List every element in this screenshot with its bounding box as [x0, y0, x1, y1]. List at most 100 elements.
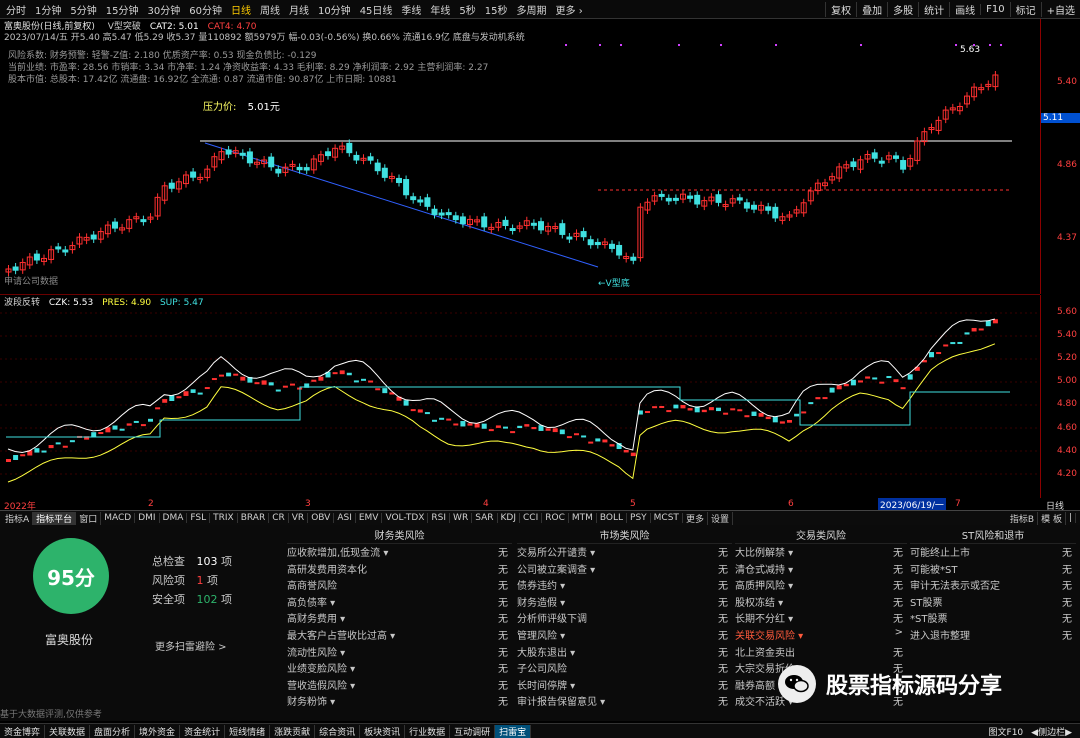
indicator-tab-5[interactable]: DMA [160, 513, 188, 523]
indicator-tab-11[interactable]: OBV [308, 513, 335, 523]
indicator-tab-22[interactable]: BOLL [597, 513, 628, 523]
toolbar-button-1[interactable]: 叠加 [856, 1, 887, 17]
timeframe-3[interactable]: 15分钟 [106, 2, 139, 17]
indicator-tab-7[interactable]: TRIX [210, 513, 238, 523]
risk-row[interactable]: *ST股票 无 [910, 610, 1076, 627]
timeframe-5[interactable]: 60分钟 [189, 2, 222, 17]
risk-row[interactable]: 大比例解禁 ▾ 无 [735, 544, 907, 561]
risk-row[interactable]: 营收造假风险 ▾ 无 [287, 677, 512, 694]
indicator-tab-0[interactable]: 指标A [2, 511, 34, 525]
indicator-tab-17[interactable]: SAR [472, 513, 498, 523]
bottom-tab-4[interactable]: 资金统计 [180, 724, 226, 738]
bottom-tab-5[interactable]: 短线情绪 [225, 724, 271, 738]
toolbar-button-6[interactable]: 标记 [1009, 1, 1041, 17]
indicator-tab-2[interactable]: 窗口 [76, 511, 102, 525]
toolbar-button-3[interactable]: 统计 [918, 1, 949, 17]
indicator-tab-right-1[interactable]: 模 板 [1038, 511, 1066, 525]
indicator-tab-20[interactable]: ROC [542, 513, 569, 523]
indicator-tab-3[interactable]: MACD [101, 513, 136, 523]
risk-row[interactable]: 北上资金卖出 无 [735, 644, 907, 661]
risk-row[interactable]: 高财务费用 ▾ 无 [287, 610, 512, 627]
f10-link[interactable]: 图文F10 [985, 725, 1028, 738]
timeframe-15[interactable]: 多周期 [517, 2, 547, 17]
risk-row[interactable]: 财务粉饰 ▾ 无 [287, 693, 512, 710]
toolbar-button-5[interactable]: F10 [980, 3, 1009, 15]
bottom-tab-6[interactable]: 涨跌贡献 [270, 724, 316, 738]
toolbar-button-2[interactable]: 多股 [887, 1, 918, 17]
risk-row[interactable]: 审计无法表示或否定 无 [910, 577, 1076, 594]
indicator-tab-25[interactable]: 更多 [683, 511, 708, 525]
indicator-tab-9[interactable]: CR [269, 513, 289, 523]
bottom-tab-3[interactable]: 境外资金 [135, 724, 181, 738]
timeframe-6[interactable]: 日线 [231, 2, 251, 17]
indicator-tab-8[interactable]: BRAR [238, 513, 270, 523]
indicator-tab-19[interactable]: CCI [520, 513, 543, 523]
indicator-tab-right-2[interactable]: | [1066, 513, 1076, 523]
risk-row[interactable]: 业绩变脸风险 ▾ 无 [287, 660, 512, 677]
risk-row[interactable]: 管理风险 ▾ 无 [517, 627, 732, 644]
timeframe-16[interactable]: 更多 › [556, 2, 583, 17]
risk-row[interactable]: 可能被*ST 无 [910, 561, 1076, 578]
bottom-tab-10[interactable]: 互动调研 [450, 724, 496, 738]
indicator-tab-13[interactable]: EMV [356, 513, 383, 523]
indicator-tab-6[interactable]: FSL [187, 513, 211, 523]
timeframe-7[interactable]: 周线 [260, 2, 280, 17]
sub-chart-panel[interactable]: 波段反转 CZK: 5.53 PRES: 4.90 SUP: 5.47 [0, 295, 1040, 499]
risk-row[interactable]: 最大客户占营收比过高 ▾ 无 [287, 627, 512, 644]
indicator-tab-1[interactable]: 指标平台 [33, 511, 77, 525]
risk-row[interactable]: 流动性风险 ▾ 无 [287, 644, 512, 661]
risk-row[interactable]: 关联交易风险 ▾ > [735, 627, 907, 644]
risk-row[interactable]: 股权冻结 ▾ 无 [735, 594, 907, 611]
risk-row[interactable]: 子公司风险 无 [517, 660, 732, 677]
risk-row[interactable]: 清仓式减持 ▾ 无 [735, 561, 907, 578]
timeframe-13[interactable]: 5秒 [459, 2, 475, 17]
risk-row[interactable]: 高负债率 ▾ 无 [287, 594, 512, 611]
timeframe-9[interactable]: 10分钟 [318, 2, 351, 17]
main-chart-panel[interactable]: 富奥股份(日线,前复权) V型突破 CAT2: 5.01 CAT4: 4.70 … [0, 19, 1040, 295]
risk-row[interactable]: 分析师评级下调 无 [517, 610, 732, 627]
risk-row[interactable]: 高质押风险 ▾ 无 [735, 577, 907, 594]
timeframe-8[interactable]: 月线 [289, 2, 309, 17]
risk-row[interactable]: ST股票 无 [910, 594, 1076, 611]
risk-row[interactable]: 大股东退出 ▾ 无 [517, 644, 732, 661]
bottom-tab-11[interactable]: 扫雷宝 [495, 724, 532, 738]
risk-row[interactable]: 长期不分红 ▾ 无 [735, 610, 907, 627]
timeframe-10[interactable]: 45日线 [360, 2, 393, 17]
risk-row[interactable]: 交易所公开谴责 ▾ 无 [517, 544, 732, 561]
bottom-tab-7[interactable]: 综合资讯 [315, 724, 361, 738]
toolbar-button-0[interactable]: 复权 [825, 1, 856, 17]
indicator-tab-14[interactable]: VOL-TDX [382, 513, 429, 523]
risk-row[interactable]: 长时间停牌 ▾ 无 [517, 677, 732, 694]
indicator-tab-right-0[interactable]: 指标B [1007, 511, 1039, 525]
indicator-tab-23[interactable]: PSY [627, 513, 651, 523]
risk-row[interactable]: 债券违约 ▾ 无 [517, 577, 732, 594]
timeframe-1[interactable]: 1分钟 [35, 2, 61, 17]
indicator-tab-15[interactable]: RSI [428, 513, 451, 523]
indicator-tab-24[interactable]: MCST [651, 513, 683, 523]
indicator-tab-10[interactable]: VR [289, 513, 309, 523]
timeframe-14[interactable]: 15秒 [485, 2, 508, 17]
risk-row[interactable]: 财务造假 ▾ 无 [517, 594, 732, 611]
bottom-tab-1[interactable]: 关联数据 [45, 724, 91, 738]
indicator-tab-16[interactable]: WR [450, 513, 473, 523]
timeframe-4[interactable]: 30分钟 [147, 2, 180, 17]
indicator-tab-21[interactable]: MTM [569, 513, 597, 523]
risk-row[interactable]: 应收款增加,低现金流 ▾ 无 [287, 544, 512, 561]
timeframe-11[interactable]: 季线 [401, 2, 421, 17]
risk-row[interactable]: 可能终止上市 无 [910, 544, 1076, 561]
bottom-tab-9[interactable]: 行业数据 [405, 724, 451, 738]
indicator-tab-12[interactable]: ASI [334, 513, 356, 523]
bottom-tab-0[interactable]: 资金博弈 [0, 724, 46, 738]
risk-row[interactable]: 审计报告保留意见 ▾ 无 [517, 693, 732, 710]
risk-row[interactable]: 公司被立案调查 ▾ 无 [517, 561, 732, 578]
risk-row[interactable]: 进入退市整理 无 [910, 627, 1076, 644]
indicator-tab-18[interactable]: KDJ [498, 513, 520, 523]
indicator-tab-26[interactable]: 设置 [708, 511, 733, 525]
risk-row[interactable]: 高研发费用资本化 无 [287, 561, 512, 578]
indicator-tab-4[interactable]: DMI [135, 513, 160, 523]
timeframe-12[interactable]: 年线 [430, 2, 450, 17]
toolbar-button-7[interactable]: +自选 [1040, 1, 1080, 17]
risk-row[interactable]: 高商誉风险 无 [287, 577, 512, 594]
bottom-tab-2[interactable]: 盘面分析 [90, 724, 136, 738]
more-scan-link[interactable]: 更多扫雷避险 > [155, 638, 227, 653]
